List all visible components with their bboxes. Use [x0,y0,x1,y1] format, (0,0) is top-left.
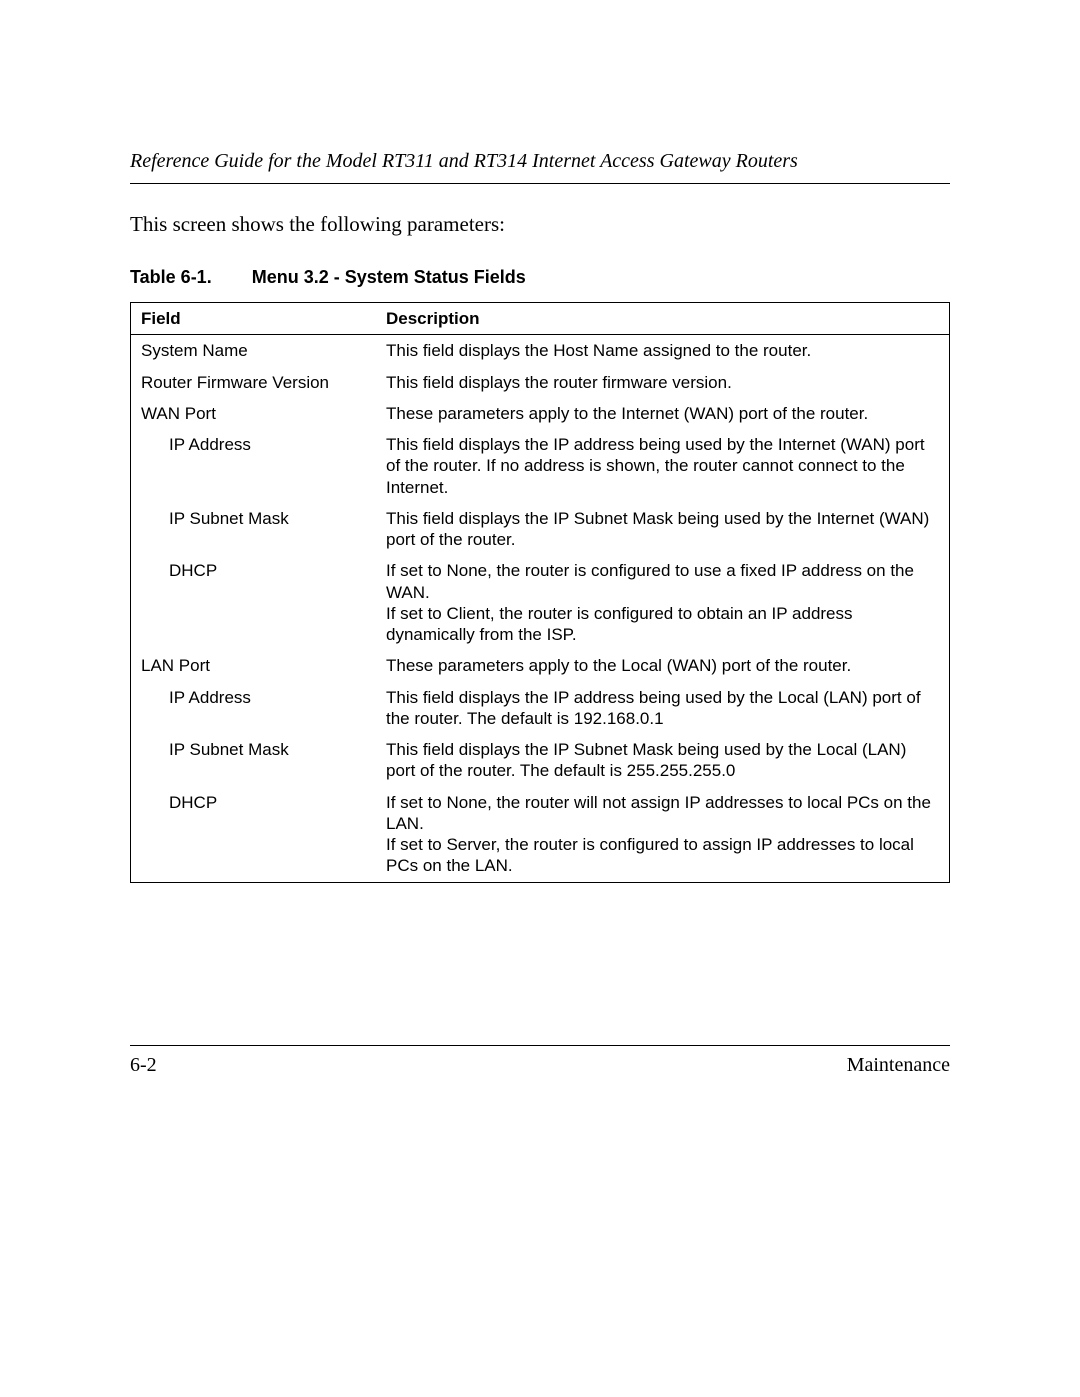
table-caption-title: Menu 3.2 - System Status Fields [252,267,526,287]
cell-description: This field displays the IP Subnet Mask b… [376,734,950,787]
page-number: 6-2 [130,1054,157,1077]
cell-field-label: IP Subnet Mask [141,739,289,760]
table-caption: Table 6-1. Menu 3.2 - System Status Field… [130,267,950,288]
table-row: LAN PortThese parameters apply to the Lo… [131,650,950,681]
cell-field: System Name [131,335,377,367]
cell-field: Router Firmware Version [131,367,377,398]
cell-field-label: DHCP [141,792,217,813]
table-header-row: Field Description [131,303,950,335]
cell-description: This field displays the IP address being… [376,682,950,735]
cell-field: DHCP [131,787,377,883]
table-row: DHCP If set to None, the router is config… [131,555,950,650]
cell-field-label: IP Subnet Mask [141,508,289,529]
cell-field-label: IP Address [141,687,251,708]
document-page: Reference Guide for the Model RT311 and … [0,0,1080,1397]
cell-description: This field displays the router firmware … [376,367,950,398]
table-row: WAN PortThese parameters apply to the In… [131,398,950,429]
cell-field: IP Subnet Mask [131,503,377,556]
table-caption-label: Table 6-1. [130,267,212,287]
cell-field: DHCP [131,555,377,650]
cell-description: This field displays the IP Subnet Mask b… [376,503,950,556]
cell-field: IP Address [131,682,377,735]
table-row: Router Firmware VersionThis field displa… [131,367,950,398]
cell-field: IP Subnet Mask [131,734,377,787]
page-footer: 6-2 Maintenance [130,1045,950,1077]
cell-field: LAN Port [131,650,377,681]
table-row: IP Address This field displays the IP add… [131,682,950,735]
cell-description: If set to None, the router is configured… [376,555,950,650]
intro-paragraph: This screen shows the following paramete… [130,212,950,237]
col-header-field: Field [131,303,377,335]
cell-description: This field displays the IP address being… [376,429,950,503]
cell-description: These parameters apply to the Local (WAN… [376,650,950,681]
table-row: DHCP If set to None, the router will not … [131,787,950,883]
cell-field-label: DHCP [141,560,217,581]
table-row: IP Subnet Mask This field displays the IP… [131,734,950,787]
table-row: IP Address This field displays the IP add… [131,429,950,503]
system-status-table: Field Description System NameThis field … [130,302,950,883]
table-row: System NameThis field displays the Host … [131,335,950,367]
running-header: Reference Guide for the Model RT311 and … [130,150,950,184]
col-header-description: Description [376,303,950,335]
cell-description: If set to None, the router will not assi… [376,787,950,883]
footer-section: Maintenance [847,1054,950,1077]
cell-description: This field displays the Host Name assign… [376,335,950,367]
cell-description: These parameters apply to the Internet (… [376,398,950,429]
table-row: IP Subnet Mask This field displays the IP… [131,503,950,556]
cell-field-label: IP Address [141,434,251,455]
cell-field: WAN Port [131,398,377,429]
cell-field: IP Address [131,429,377,503]
